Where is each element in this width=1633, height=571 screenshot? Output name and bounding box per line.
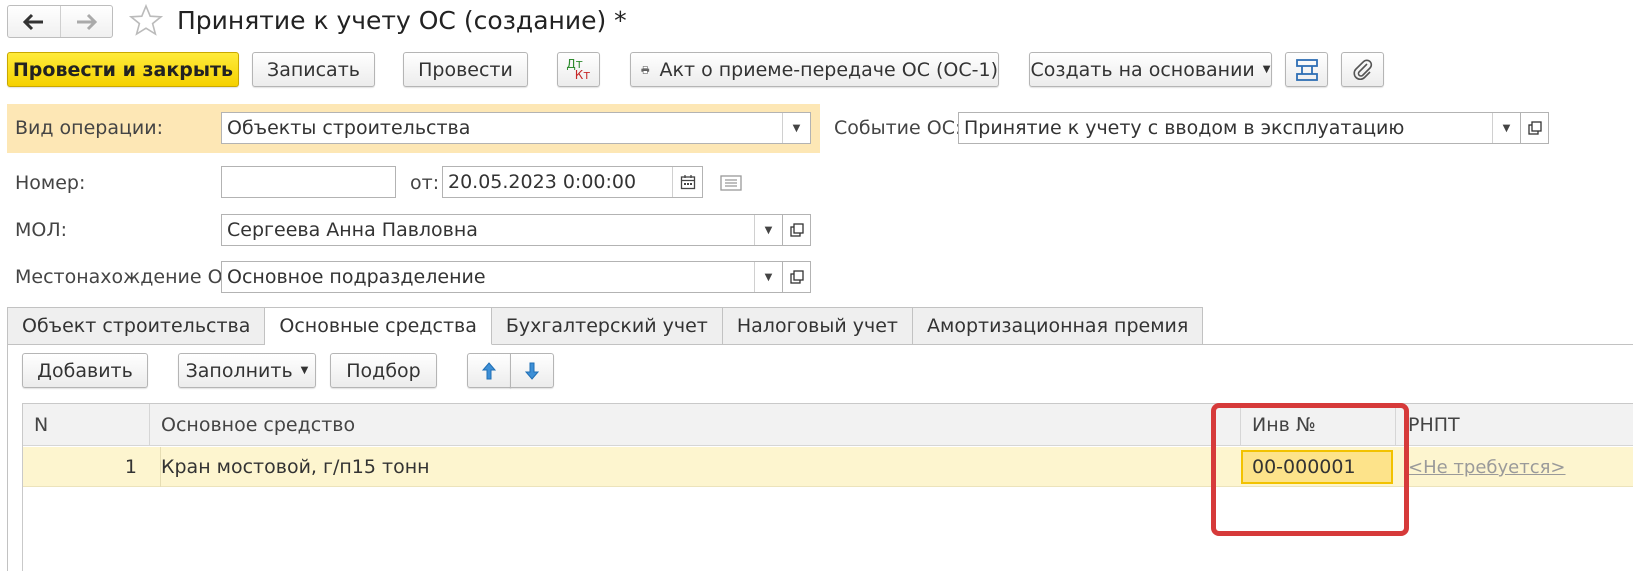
tab-divider	[1063, 344, 1633, 345]
create-based-label: Создать на основании	[1030, 58, 1255, 81]
tab-fixed-assets[interactable]: Основные средства	[265, 307, 492, 345]
location-open-button[interactable]	[783, 261, 811, 293]
location-label: Местонахождение ОС:	[15, 266, 243, 288]
arrow-down-icon	[524, 362, 540, 380]
dtkt-button[interactable]: Дт Кт	[557, 52, 600, 87]
fill-label: Заполнить	[185, 359, 293, 382]
column-header-n[interactable]: N	[23, 404, 149, 446]
highlight-box	[1211, 403, 1409, 536]
mol-open-button[interactable]	[783, 214, 811, 246]
row-number: 1	[124, 456, 137, 478]
number-input[interactable]	[221, 166, 396, 198]
column-header-asset[interactable]: Основное средство	[149, 404, 1240, 446]
forward-button[interactable]	[59, 6, 113, 37]
event-value: Принятие к учету с вводом в эксплуатацию	[964, 117, 1405, 139]
event-select[interactable]: Принятие к учету с вводом в эксплуатацию…	[958, 112, 1521, 144]
open-form-icon	[1527, 121, 1542, 135]
attach-button[interactable]	[1341, 52, 1384, 87]
dropdown-arrow-icon[interactable]: ▼	[754, 215, 782, 245]
panel-border	[7, 344, 8, 571]
rnpt-link[interactable]: <Не требуется>	[1408, 457, 1566, 478]
tab-accounting[interactable]: Бухгалтерский учет	[491, 307, 723, 345]
structure-icon	[1295, 58, 1318, 81]
rnpt-cell[interactable]: <Не требуется>	[1408, 447, 1633, 487]
column-header-rnpt[interactable]: РНПТ	[1395, 404, 1633, 446]
date-label: от:	[410, 172, 440, 194]
event-open-button[interactable]	[1521, 112, 1549, 144]
location-select[interactable]: Основное подразделение ▼	[221, 261, 783, 293]
post-and-close-button[interactable]: Провести и закрыть	[7, 52, 239, 87]
chevron-down-icon: ▼	[300, 365, 309, 376]
tab-tax-accounting[interactable]: Налоговый учет	[722, 307, 913, 345]
mol-label: МОЛ:	[15, 219, 68, 241]
tab-depreciation-bonus[interactable]: Амортизационная премия	[913, 307, 1204, 345]
date-value: 20.05.2023 0:00:00	[448, 171, 637, 193]
page-title: Принятие к учету ОС (создание) *	[177, 6, 627, 35]
tab-construction-object[interactable]: Объект строительства	[7, 307, 266, 345]
create-based-on-button[interactable]: Создать на основании ▼	[1029, 52, 1272, 87]
dropdown-arrow-icon[interactable]: ▼	[754, 262, 782, 292]
arrow-left-icon	[22, 13, 43, 30]
calendar-icon[interactable]	[672, 167, 702, 197]
print-act-button[interactable]: Акт о приеме-передаче ОС (ОС-1)	[630, 52, 999, 87]
asset-name: Кран мостовой, г/п15 тонн	[161, 456, 430, 478]
comment-icon[interactable]	[720, 175, 742, 191]
favorite-star-icon[interactable]	[128, 3, 164, 39]
paperclip-icon	[1353, 58, 1372, 80]
dropdown-arrow-icon[interactable]: ▼	[782, 113, 810, 143]
operation-type-label: Вид операции:	[15, 117, 164, 139]
mol-value: Сергеева Анна Павловна	[227, 219, 478, 241]
add-button[interactable]: Добавить	[22, 353, 148, 388]
asset-name-cell[interactable]: Кран мостовой, г/п15 тонн	[160, 447, 1180, 487]
post-button[interactable]: Провести	[403, 52, 528, 87]
tab-bar: Объект строительства Основные средства Б…	[7, 307, 1204, 345]
mol-select[interactable]: Сергеева Анна Павловна ▼	[221, 214, 783, 246]
save-button[interactable]: Записать	[252, 52, 375, 87]
printer-icon	[641, 65, 650, 74]
location-value: Основное подразделение	[227, 266, 486, 288]
operation-type-value: Объекты строительства	[227, 117, 471, 139]
select-button[interactable]: Подбор	[330, 353, 437, 388]
nav-buttons	[7, 5, 113, 38]
move-down-button[interactable]	[510, 353, 554, 388]
open-form-icon	[789, 223, 804, 237]
fill-button[interactable]: Заполнить ▼	[178, 353, 316, 388]
arrow-right-icon	[77, 13, 98, 30]
open-form-icon	[789, 270, 804, 284]
move-up-button[interactable]	[467, 353, 511, 388]
operation-type-select[interactable]: Объекты строительства ▼	[221, 112, 811, 144]
structure-button[interactable]	[1285, 52, 1328, 87]
print-act-label: Акт о приеме-передаче ОС (ОС-1)	[659, 58, 999, 81]
event-label: Событие ОС:	[834, 117, 962, 139]
number-label: Номер:	[15, 172, 86, 194]
chevron-down-icon: ▼	[1262, 64, 1271, 75]
date-input[interactable]: 20.05.2023 0:00:00	[442, 166, 703, 198]
dropdown-arrow-icon[interactable]: ▼	[1492, 113, 1520, 143]
arrow-up-icon	[481, 361, 497, 379]
back-button[interactable]	[8, 6, 60, 37]
kt-icon-label: Кт	[574, 67, 591, 82]
